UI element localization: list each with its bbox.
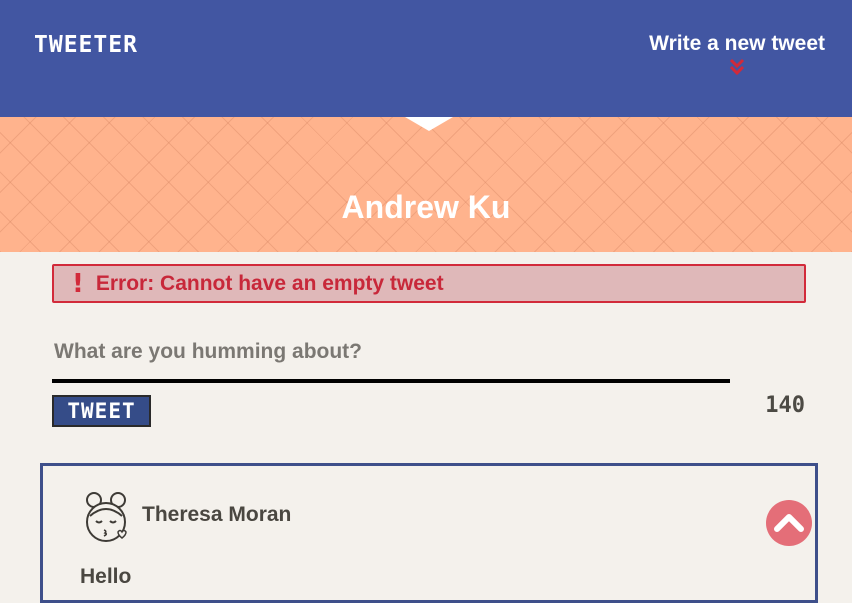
tweet-body: Hello (80, 565, 132, 588)
nav-notch (405, 117, 453, 131)
error-alert: ! Error: Cannot have an empty tweet (52, 264, 806, 303)
tweet-card: Theresa Moran Hello (40, 463, 818, 603)
brand-logo[interactable]: TWEETER (34, 32, 138, 58)
tweet-button[interactable]: TWEET (52, 395, 151, 427)
girl-avatar-icon (86, 492, 127, 542)
compose-toggle[interactable]: Write a new tweet (649, 32, 825, 76)
exclamation-icon: ! (72, 268, 84, 299)
profile-banner: Andrew Ku (0, 117, 852, 252)
profile-name: Andrew Ku (341, 189, 511, 225)
scroll-to-top-button[interactable] (766, 500, 812, 546)
chevron-up-icon[interactable] (766, 500, 812, 546)
compose-toggle-label[interactable]: Write a new tweet (649, 32, 825, 56)
char-counter: 140 (765, 393, 805, 418)
double-chevron-down-icon[interactable] (729, 58, 745, 76)
top-nav: TWEETER Write a new tweet (0, 0, 852, 117)
tweet-author: Theresa Moran (142, 503, 292, 526)
error-message: Error: Cannot have an empty tweet (95, 271, 444, 295)
tweet-input[interactable] (52, 325, 730, 383)
